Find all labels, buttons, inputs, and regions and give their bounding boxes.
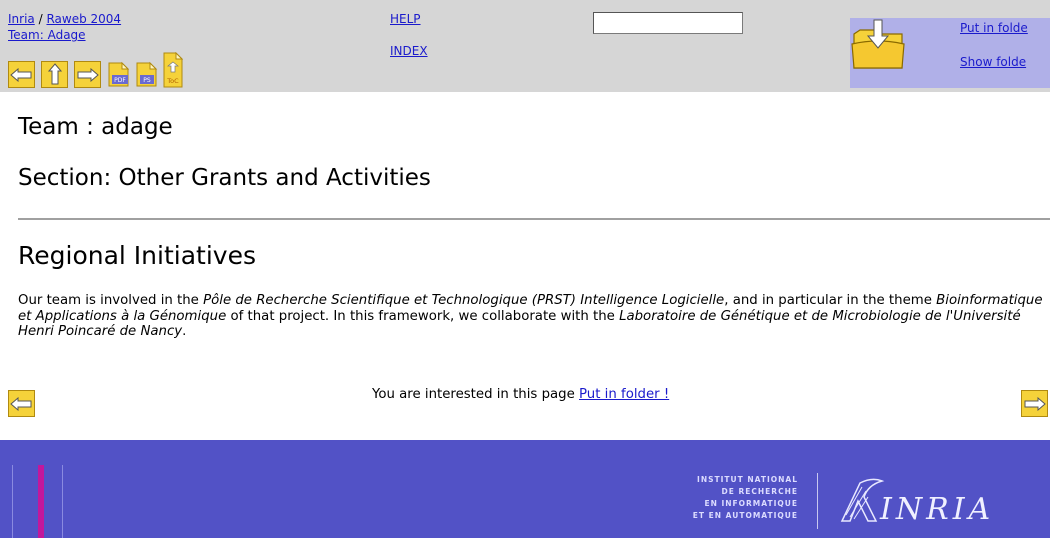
- prev-page-button[interactable]: [8, 390, 35, 417]
- horizontal-divider: [18, 218, 1050, 220]
- top-navigation-bar: Inria / Raweb 2004 Team: Adage PDF PS To…: [0, 0, 1050, 92]
- interest-text: You are interested in this page: [372, 387, 580, 402]
- left-arrow-icon: [10, 396, 32, 411]
- inria-footer: INSTITUT NATIONAL DE RECHERCHE EN INFORM…: [0, 440, 1050, 538]
- interest-line: You are interested in this page Put in f…: [372, 387, 669, 402]
- para-italic-prst: Pôle de Recherche Scientifique et Techno…: [203, 293, 725, 308]
- breadcrumb: Inria / Raweb 2004 Team: Adage: [8, 11, 121, 43]
- up-arrow-icon[interactable]: [41, 61, 68, 88]
- breadcrumb-inria-link[interactable]: Inria: [8, 12, 35, 26]
- institute-line: EN INFORMATIQUE: [704, 499, 798, 508]
- pdf-icon[interactable]: PDF: [107, 60, 131, 88]
- team-title: Team : adage: [18, 114, 173, 140]
- prev-arrow-icon[interactable]: [8, 61, 35, 88]
- team-link[interactable]: Team: Adage: [8, 28, 86, 42]
- section-title: Section: Other Grants and Activities: [18, 165, 431, 191]
- para-text-3: of that project. In this framework, we c…: [226, 308, 620, 324]
- ps-icon[interactable]: PS: [135, 60, 159, 88]
- show-folder-link[interactable]: Show folde: [960, 54, 1050, 70]
- pdf-icon-label: PDF: [114, 77, 126, 84]
- subsection-title: Regional Initiatives: [18, 241, 256, 270]
- institute-name: INSTITUT NATIONAL DE RECHERCHE EN INFORM…: [680, 474, 798, 522]
- put-in-folder-bottom-link[interactable]: Put in folder !: [579, 387, 669, 402]
- index-link[interactable]: INDEX: [390, 43, 428, 59]
- institute-line: DE RECHERCHE: [721, 487, 798, 496]
- breadcrumb-raweb-link[interactable]: Raweb 2004: [46, 12, 121, 26]
- help-links: HELP INDEX: [390, 11, 428, 59]
- help-link[interactable]: HELP: [390, 11, 428, 27]
- breadcrumb-separator: /: [38, 12, 43, 26]
- folder-icon[interactable]: [850, 18, 910, 72]
- next-arrow-icon[interactable]: [74, 61, 101, 88]
- footer-decor-line: [62, 465, 63, 538]
- toc-icon-label: ToC: [166, 77, 179, 85]
- right-arrow-icon: [1024, 396, 1046, 411]
- folder-links: Put in folde Show folde: [960, 20, 1050, 70]
- footer-divider: [817, 473, 818, 529]
- folder-panel: Put in folde Show folde: [850, 18, 1050, 88]
- ps-icon-label: PS: [143, 77, 151, 84]
- institute-line: INSTITUT NATIONAL: [697, 475, 798, 484]
- search-input[interactable]: [593, 12, 743, 34]
- toc-icon[interactable]: ToC: [163, 51, 184, 88]
- footer-decor-bar: [38, 465, 44, 538]
- next-page-button[interactable]: [1021, 390, 1048, 417]
- footer-decor-line: [12, 465, 13, 538]
- para-text-4: .: [182, 324, 187, 339]
- institute-line: ET EN AUTOMATIQUE: [692, 511, 798, 520]
- put-in-folder-link[interactable]: Put in folde: [960, 20, 1050, 36]
- nav-icon-toolbar: PDF PS ToC: [8, 51, 187, 88]
- body-paragraph: Our team is involved in the Pôle de Rech…: [18, 293, 1046, 340]
- inria-logo-text: INRIA: [880, 492, 995, 527]
- para-text-2: , and in particular in the theme: [724, 293, 937, 308]
- para-text-1: Our team is involved in the: [18, 293, 204, 308]
